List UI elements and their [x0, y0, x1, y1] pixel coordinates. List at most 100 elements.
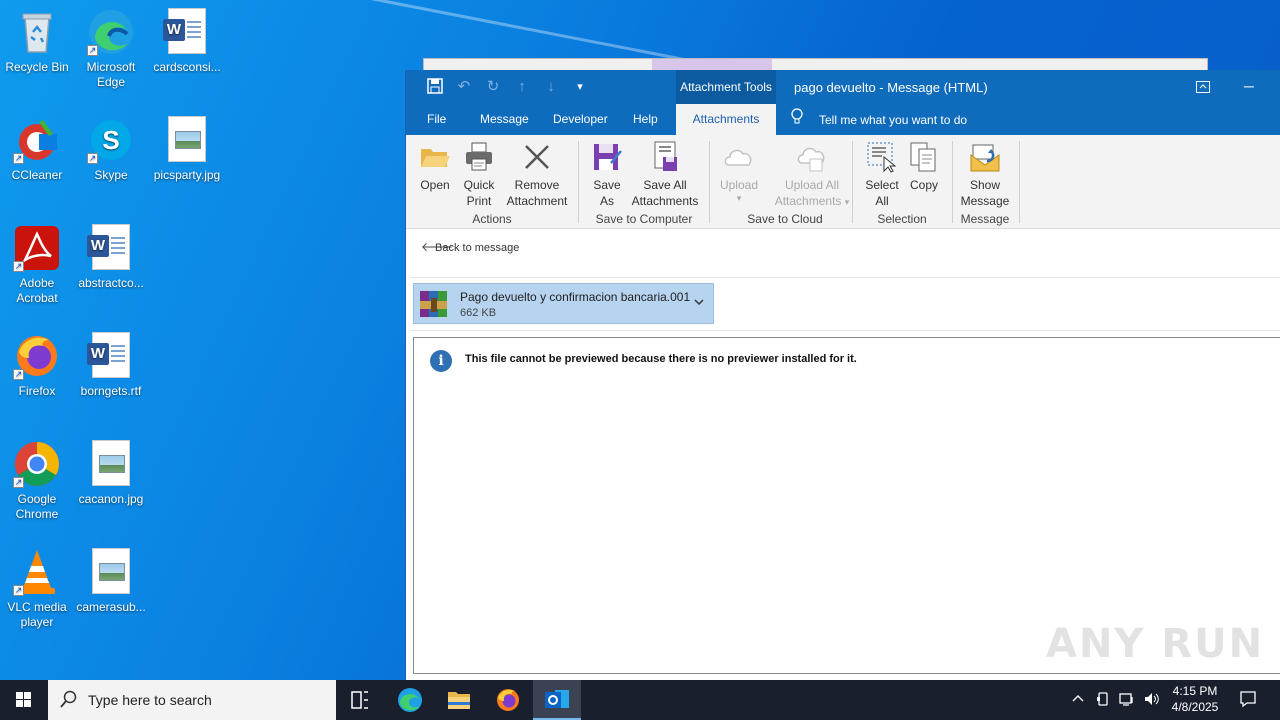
down-arrow-icon[interactable]: ↓ [542, 78, 560, 96]
desktop-icon-camerasub[interactable]: camerasub... [74, 548, 148, 615]
desktop-icon-borngets[interactable]: W borngets.rtf [74, 332, 148, 399]
select-all-button[interactable]: Select All [861, 141, 903, 209]
tab-message[interactable]: Message [480, 104, 529, 135]
ribbon-display-options-icon[interactable] [1180, 70, 1226, 104]
show-message-label-line2: Message [960, 194, 1010, 208]
volume-icon[interactable] [1141, 691, 1161, 709]
outlook-icon [545, 690, 569, 708]
up-arrow-icon[interactable]: ↑ [513, 78, 531, 96]
tell-me-label: Tell me what you want to do [819, 113, 968, 127]
customize-qat-icon[interactable]: ▾ [571, 78, 589, 96]
image-file-icon [87, 548, 135, 596]
desktop-icon-label: camerasub... [76, 600, 146, 614]
search-icon [60, 690, 78, 708]
copy-button[interactable]: Copy [906, 141, 942, 193]
desktop-icon-picsparty[interactable]: picsparty.jpg [150, 116, 224, 183]
desktop-icon-label: Google Chrome [15, 492, 59, 521]
windows-logo-icon [16, 692, 31, 707]
redo-icon[interactable]: ↻ [484, 78, 502, 96]
save-all-icon [649, 141, 681, 173]
folder-open-icon [419, 141, 451, 173]
taskbar-edge[interactable] [386, 680, 434, 720]
desktop-icon-abstractco[interactable]: W abstractco... [74, 224, 148, 291]
folder-icon [448, 692, 470, 709]
copy-label: Copy [909, 178, 938, 192]
notifications-icon[interactable] [1238, 690, 1258, 708]
svg-text:S: S [102, 125, 119, 155]
start-button[interactable] [0, 680, 48, 720]
divider [411, 277, 1280, 278]
desktop-icon-label: cardsconsi... [153, 60, 221, 74]
dropdown-arrow-icon: ▾ [736, 193, 742, 203]
desktop-icon-label: CCleaner [11, 168, 63, 182]
desktop: Recycle Bin ↗ CCleaner ↗ Adobe Acrobat ↗… [0, 0, 1280, 680]
taskbar-search[interactable]: Type here to search [48, 680, 336, 720]
taskbar-file-explorer[interactable] [435, 680, 483, 720]
ribbon-tab-bar: File Message Developer Help Attachments … [406, 104, 1280, 135]
back-arrow-icon: 🡐 [421, 240, 454, 254]
desktop-icon-microsoft-edge[interactable]: ↗ Microsoft Edge [74, 8, 148, 90]
upload-button[interactable]: Upload ▾ [716, 141, 762, 203]
task-view-button[interactable] [336, 680, 384, 720]
adobe-acrobat-icon: ↗ [13, 224, 61, 272]
tab-developer[interactable]: Developer [553, 104, 608, 135]
network-icon[interactable] [1117, 691, 1137, 709]
shortcut-arrow-icon: ↗ [13, 153, 24, 164]
device-icon[interactable] [1093, 691, 1113, 709]
shortcut-arrow-icon: ↗ [87, 153, 98, 164]
save-all-attachments-button[interactable]: Save All Attachments [630, 141, 700, 209]
taskbar-outlook[interactable] [533, 680, 581, 720]
tell-me-search[interactable]: Tell me what you want to do [791, 104, 967, 135]
printer-icon [463, 141, 495, 173]
desktop-icon-recycle-bin[interactable]: Recycle Bin [0, 8, 74, 75]
group-label-save-to-computer: Save to Computer [595, 212, 693, 226]
desktop-icon-skype[interactable]: S ↗ Skype [74, 116, 148, 183]
desktop-icon-firefox[interactable]: ↗ Firefox [0, 332, 74, 399]
upload-all-attachments-button[interactable]: Upload All Attachments ▾ [770, 141, 854, 210]
shortcut-arrow-icon: ↗ [13, 585, 24, 596]
tab-file[interactable]: File [427, 104, 446, 135]
tab-attachments[interactable]: Attachments [676, 104, 776, 135]
desktop-icon-adobe-acrobat[interactable]: ↗ Adobe Acrobat [0, 224, 74, 306]
show-message-button[interactable]: Show Message [959, 141, 1011, 209]
divider [411, 330, 1280, 331]
desktop-icon-label: VLC media player [7, 600, 67, 629]
remove-attachment-button[interactable]: Remove Attachment [505, 141, 569, 209]
save-as-button[interactable]: Save As [589, 141, 625, 209]
info-icon: i [430, 350, 452, 372]
desktop-icon-cardsconsi[interactable]: W cardsconsi... [150, 8, 224, 75]
ccleaner-icon: ↗ [13, 116, 61, 164]
group-label-actions: Actions [472, 212, 512, 226]
desktop-icon-ccleaner[interactable]: ↗ CCleaner [0, 116, 74, 183]
quick-print-button[interactable]: Quick Print [459, 141, 499, 209]
desktop-icon-google-chrome[interactable]: ↗ Google Chrome [0, 440, 74, 522]
save-as-label-line1: Save [593, 178, 621, 192]
desktop-icon-label: Adobe Acrobat [16, 276, 58, 305]
attachment-item[interactable]: Pago devuelto y confirmacion bancaria.00… [413, 283, 714, 324]
select-all-label-line1: Select [865, 178, 899, 192]
open-button[interactable]: Open [416, 141, 454, 193]
desktop-icon-vlc[interactable]: ↗ VLC media player [0, 548, 74, 630]
group-separator [952, 141, 953, 223]
system-clock[interactable]: 4:15 PM 4/8/2025 [1162, 683, 1228, 715]
winrar-archive-icon [418, 289, 450, 319]
taskbar: Type here to search 4:15 PM 4/8/2025 [0, 680, 1280, 720]
open-label: Open [420, 178, 450, 192]
save-icon[interactable] [426, 78, 444, 96]
title-bar: ↶ ↻ ↑ ↓ ▾ Attachment Tools pago devuelto… [406, 70, 1280, 104]
attachment-tools-context-label: Attachment Tools [676, 70, 776, 104]
back-to-message-link[interactable]: 🡐Back to message [421, 239, 519, 254]
remove-x-icon [521, 141, 553, 173]
undo-icon[interactable]: ↶ [455, 78, 473, 96]
taskbar-firefox[interactable] [484, 680, 532, 720]
quick-print-label-line2: Print [466, 194, 492, 208]
save-all-label-line1: Save All [643, 178, 687, 192]
tab-help[interactable]: Help [633, 104, 658, 135]
desktop-icon-cacanon[interactable]: cacanon.jpg [74, 440, 148, 507]
ribbon-attachments: Open Quick Print Remove Attachment Actio… [406, 135, 1280, 229]
task-view-icon [351, 691, 368, 709]
chevron-down-icon[interactable] [691, 296, 707, 312]
desktop-icon-label: cacanon.jpg [78, 492, 144, 506]
show-hidden-icons-chevron-icon[interactable] [1068, 691, 1088, 709]
minimize-icon[interactable]: ─ [1226, 70, 1272, 104]
